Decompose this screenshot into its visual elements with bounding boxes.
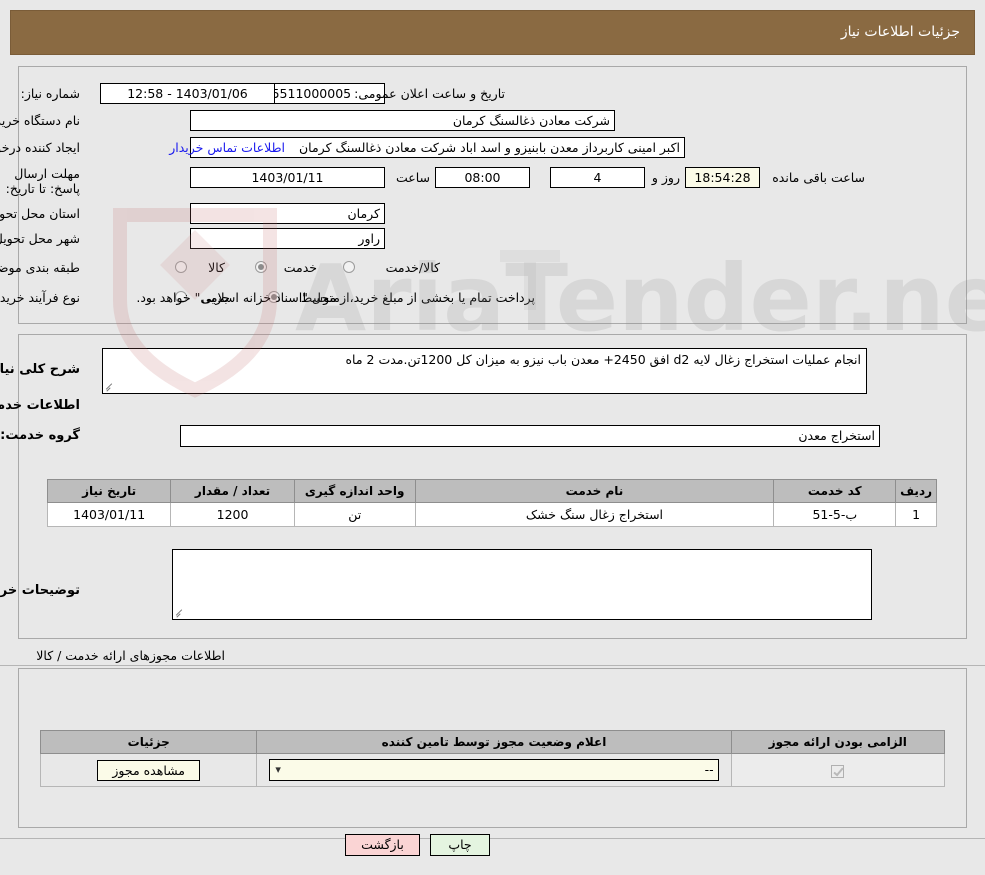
province-label: استان محل تحویل: [0,206,80,221]
license-required-checkbox [831,764,845,778]
city-field[interactable]: راور [190,228,385,249]
cell-license-status: ▾ -- [256,753,732,787]
need-summary-textarea[interactable]: انجام عملیات استخراج زغال لایه d2 افق 24… [102,348,867,394]
deadline-time-field[interactable]: 08:00 [435,167,530,188]
cell-service-code: ب-5-51 [773,502,897,527]
time-remaining-field: 18:54:28 [685,167,760,188]
print-button[interactable]: چاپ [430,834,490,856]
cell-unit: تن [293,502,416,527]
cell-quantity: 1200 [170,502,295,527]
page-header-bar: جزئیات اطلاعات نیاز [10,10,975,55]
resize-grip-icon[interactable] [105,382,115,392]
col-quantity: تعداد / مقدار [170,479,295,503]
radio-category-kala-khedmat-label: کالا/خدمت [385,260,440,275]
requester-label: ایجاد کننده درخواست: [0,140,80,155]
col-license-status: اعلام وضعیت مجوز توسط تامین کننده [256,730,732,754]
licenses-table: الزامی بودن ارائه مجوز اعلام وضعیت مجوز … [39,730,946,787]
buyer-notes-textarea[interactable] [172,549,872,620]
cell-license-required [730,753,946,787]
table-row[interactable]: ▾ -- مشاهده مجوز [39,753,946,787]
need-number-label: شماره نیاز: [20,86,80,101]
chevron-down-icon: ▾ [275,763,281,776]
col-service-code: کد خدمت [773,479,897,503]
radio-category-kala-khedmat[interactable] [343,261,355,273]
category-label: طبقه بندی موضوعی: [0,260,80,275]
days-and-label: روز و [651,170,680,185]
need-summary-text: انجام عملیات استخراج زغال لایه d2 افق 24… [345,352,861,367]
need-summary-panel [18,66,967,324]
page-root: AriaTender.net جزئیات اطلاعات نیاز شماره… [0,0,985,875]
cell-license-details: مشاهده مجوز [39,753,258,787]
license-status-value: -- [704,762,714,777]
process-label: نوع فرآیند خرید : [0,290,80,305]
services-table: ردیف کد خدمت نام خدمت واحد اندازه گیری ت… [46,479,937,527]
services-table-header-row: ردیف کد خدمت نام خدمت واحد اندازه گیری ت… [46,479,937,503]
licenses-table-header-row: الزامی بودن ارائه مجوز اعلام وضعیت مجوز … [39,730,946,754]
deadline-date-field[interactable]: 1403/01/11 [190,167,385,188]
payment-note: پرداخت تمام یا بخشی از مبلغ خرید،از محل … [136,290,535,305]
section-divider [0,665,985,666]
radio-category-kala-label: کالا [208,260,225,275]
col-license-required: الزامی بودن ارائه مجوز [730,730,946,754]
radio-category-khedmat-label: خدمت [283,260,317,275]
col-service-name: نام خدمت [414,479,775,503]
view-license-button[interactable]: مشاهده مجوز [97,759,200,781]
cell-radif: 1 [895,502,937,527]
radio-category-khedmat[interactable] [255,261,267,273]
cell-need-date: 1403/01/11 [46,502,172,527]
city-label: شهر محل تحویل: [0,231,80,246]
service-group-field[interactable]: استخراج معدن [180,425,880,447]
license-status-select[interactable]: ▾ -- [269,759,719,781]
days-remaining-field[interactable]: 4 [550,167,645,188]
radio-category-kala[interactable] [175,261,187,273]
deadline-label: مهلت ارسال پاسخ: تا تاریخ: [5,166,80,196]
footer-divider [0,838,985,839]
page-title: جزئیات اطلاعات نیاز [840,24,960,40]
table-row[interactable]: 1 ب-5-51 استخراج زغال سنگ خشک تن 1200 14… [46,502,937,527]
col-radif: ردیف [895,479,937,503]
licenses-section-heading: اطلاعات مجوزهای ارائه خدمت / کالا [36,648,225,663]
province-field[interactable]: کرمان [190,203,385,224]
back-button[interactable]: بازگشت [345,834,420,856]
col-license-details: جزئیات [39,730,258,754]
deadline-hour-label: ساعت [395,170,430,185]
announce-datetime-field[interactable]: 1403/01/06 - 12:58 [100,83,275,104]
col-unit: واحد اندازه گیری [293,479,416,503]
resize-grip-icon[interactable] [175,608,185,618]
buyer-org-field[interactable]: شرکت معادن ذغالسنگ کرمان [190,110,615,131]
col-need-date: تاریخ نیاز [46,479,172,503]
buyer-notes-label: توضیحات خریدار: [0,583,80,598]
cell-service-name: استخراج زغال سنگ خشک [414,502,775,527]
remaining-suffix-label: ساعت باقی مانده [772,170,865,185]
buyer-org-label: نام دستگاه خریدار: [0,113,80,128]
need-summary-label: شرح کلی نیاز: [0,362,80,377]
announce-datetime-label: تاریخ و ساعت اعلان عمومی: [354,86,505,101]
service-group-label: گروه خدمت: [0,428,80,443]
services-info-heading: اطلاعات خدمات مورد نیاز [0,398,80,413]
buyer-contact-link[interactable]: اطلاعات تماس خریدار [169,140,285,155]
